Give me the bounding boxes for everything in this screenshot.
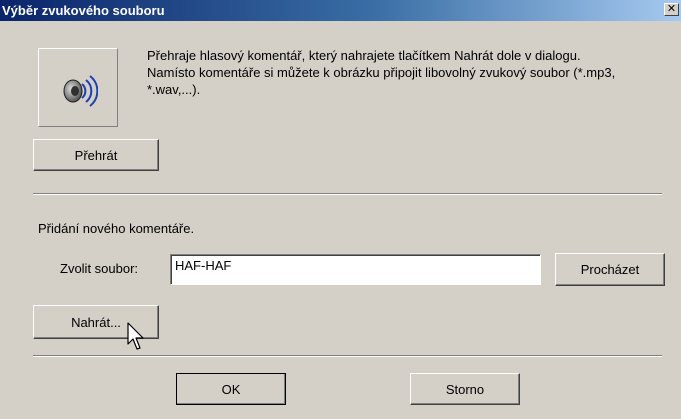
record-button-label: Nahrát...: [71, 314, 121, 330]
cancel-button-label: Storno: [445, 381, 485, 397]
browse-button-label: Procházet: [580, 262, 640, 277]
speaker-icon: [63, 74, 98, 107]
ok-button[interactable]: OK: [176, 373, 286, 405]
play-button-label: Přehrát: [74, 147, 118, 163]
mouse-cursor-icon: [127, 322, 144, 350]
speaker-icon-frame: [38, 48, 118, 127]
playback-description: Přehraje hlasový komentář, který nahraje…: [147, 48, 616, 97]
close-button[interactable]: ✕: [664, 3, 679, 16]
file-input[interactable]: HAF-HAF: [170, 254, 541, 285]
add-comment-heading: Přidání nového komentáře.: [38, 221, 195, 236]
close-icon: ✕: [666, 3, 677, 15]
title-bar: Výběr zvukového souboru ✕: [0, 0, 681, 21]
separator-top: [33, 193, 662, 195]
ok-button-label: OK: [221, 381, 241, 397]
play-button[interactable]: Přehrát: [33, 139, 159, 171]
window-title: Výběr zvukového souboru: [2, 3, 165, 18]
separator-bottom: [33, 355, 662, 357]
browse-button[interactable]: Procházet: [555, 253, 665, 286]
file-label: Zvolit soubor:: [60, 261, 139, 276]
cancel-button[interactable]: Storno: [410, 373, 520, 405]
